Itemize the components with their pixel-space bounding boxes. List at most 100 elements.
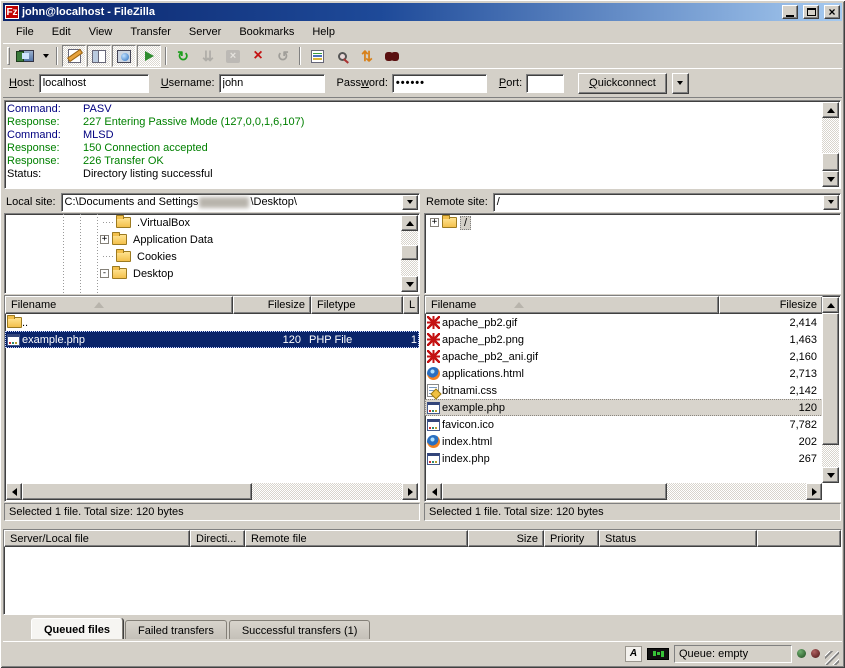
host-input[interactable] xyxy=(39,74,149,93)
title-bar[interactable]: Fz john@localhost - FileZilla × xyxy=(3,3,842,21)
scroll-track[interactable] xyxy=(252,483,402,500)
synchronized-browsing-button[interactable]: ⇅ xyxy=(355,45,379,67)
column-header-filetype[interactable]: Filetype xyxy=(311,296,403,314)
disconnect-button[interactable]: × xyxy=(246,45,270,67)
maximize-button[interactable] xyxy=(803,5,819,19)
remote-list-scrollbar[interactable] xyxy=(822,297,839,483)
scroll-left-button[interactable] xyxy=(6,483,22,500)
process-queue-button[interactable]: ⇊ xyxy=(196,45,220,67)
menu-file[interactable]: File xyxy=(7,23,43,41)
scroll-thumb[interactable] xyxy=(442,483,667,500)
filter-button[interactable] xyxy=(305,45,329,67)
column-header-modified[interactable]: L xyxy=(403,296,419,314)
ascii-data-type-icon[interactable]: A xyxy=(625,646,642,662)
scroll-thumb[interactable] xyxy=(822,153,839,171)
local-file-row-up[interactable]: .. xyxy=(5,314,419,331)
username-input[interactable] xyxy=(219,74,325,93)
scroll-thumb[interactable] xyxy=(822,313,839,445)
scroll-track[interactable] xyxy=(401,260,418,276)
remote-file-row[interactable]: apache_pb2.gif2,414 xyxy=(425,314,823,331)
scroll-up-button[interactable] xyxy=(822,297,839,313)
toggle-local-tree-button[interactable] xyxy=(87,45,111,67)
speed-limit-icon[interactable] xyxy=(647,648,669,660)
column-header-remote-file[interactable]: Remote file xyxy=(245,530,468,547)
remote-file-row-selected[interactable]: example.php120 xyxy=(425,399,823,416)
port-input[interactable] xyxy=(526,74,564,93)
remote-file-row[interactable]: apache_pb2.png1,463 xyxy=(425,331,823,348)
scroll-track[interactable] xyxy=(822,445,839,467)
column-header-filesize[interactable]: Filesize xyxy=(233,296,311,314)
scroll-up-button[interactable] xyxy=(401,215,418,231)
tree-item-desktop[interactable]: - Desktop xyxy=(5,265,419,282)
remote-file-row[interactable]: index.php267 xyxy=(425,450,823,467)
column-header-filename[interactable]: Filename xyxy=(5,296,233,314)
remote-file-row[interactable]: applications.html2,713 xyxy=(425,365,823,382)
collapse-minus-icon[interactable]: - xyxy=(100,269,109,278)
tab-queued-files[interactable]: Queued files xyxy=(31,618,123,639)
local-site-combo[interactable]: C:\Documents and Settings\Desktop\ xyxy=(61,193,420,212)
column-header-filesize[interactable]: Filesize xyxy=(719,296,823,314)
menu-transfer[interactable]: Transfer xyxy=(121,23,180,41)
scroll-left-button[interactable] xyxy=(426,483,442,500)
remote-list-hscrollbar[interactable] xyxy=(426,483,822,500)
scroll-up-button[interactable] xyxy=(822,102,839,118)
expand-plus-icon[interactable]: + xyxy=(100,235,109,244)
password-input[interactable] xyxy=(392,74,487,93)
remote-file-row[interactable]: bitnami.css2,142 xyxy=(425,382,823,399)
cancel-operation-button[interactable]: × xyxy=(221,45,245,67)
tree-item-root[interactable]: + / xyxy=(425,214,840,231)
close-button[interactable]: × xyxy=(824,5,840,19)
tree-item-application-data[interactable]: + Application Data xyxy=(5,231,419,248)
scroll-right-button[interactable] xyxy=(806,483,822,500)
tree-item-virtualbox[interactable]: .VirtualBox xyxy=(5,214,419,231)
remote-file-row[interactable]: favicon.ico7,782 xyxy=(425,416,823,433)
expand-plus-icon[interactable]: + xyxy=(430,218,439,227)
menu-help[interactable]: Help xyxy=(303,23,344,41)
minimize-button[interactable] xyxy=(782,5,798,19)
toggle-transfer-queue-button[interactable] xyxy=(137,45,161,67)
column-header-filename[interactable]: Filename xyxy=(425,296,719,314)
column-header-server-local-file[interactable]: Server/Local file xyxy=(4,530,190,547)
scroll-down-button[interactable] xyxy=(822,171,839,187)
local-file-row-selected[interactable]: example.php 120 PHP File 1 xyxy=(5,331,419,348)
scroll-thumb[interactable] xyxy=(22,483,252,500)
quickconnect-button[interactable]: Quickconnect xyxy=(578,73,667,94)
toggle-message-log-button[interactable] xyxy=(62,45,86,67)
directory-comparison-button[interactable] xyxy=(330,45,354,67)
site-manager-button[interactable] xyxy=(14,45,38,67)
remote-site-combo[interactable]: / xyxy=(493,193,841,212)
menu-server[interactable]: Server xyxy=(180,23,230,41)
scroll-track[interactable] xyxy=(401,231,418,245)
menu-view[interactable]: View xyxy=(80,23,122,41)
scroll-track[interactable] xyxy=(822,118,839,153)
local-site-dropdown-button[interactable] xyxy=(402,195,418,210)
scroll-down-button[interactable] xyxy=(822,467,839,483)
queue-body[interactable] xyxy=(5,548,840,613)
remote-site-dropdown-button[interactable] xyxy=(823,195,839,210)
toggle-remote-tree-button[interactable] xyxy=(112,45,136,67)
column-header-priority[interactable]: Priority xyxy=(544,530,599,547)
column-header-status[interactable]: Status xyxy=(599,530,757,547)
menu-edit[interactable]: Edit xyxy=(43,23,80,41)
refresh-button[interactable]: ↻ xyxy=(171,45,195,67)
reconnect-button[interactable]: ↺ xyxy=(271,45,295,67)
find-files-button[interactable] xyxy=(380,45,404,67)
tab-successful-transfers[interactable]: Successful transfers (1) xyxy=(229,620,371,639)
quickconnect-dropdown-button[interactable] xyxy=(672,73,689,94)
log-scrollbar[interactable] xyxy=(822,102,839,187)
column-header-size[interactable]: Size xyxy=(468,530,544,547)
remote-file-row[interactable]: index.html202 xyxy=(425,433,823,450)
column-header-direction[interactable]: Directi... xyxy=(190,530,245,547)
local-tree-scrollbar[interactable] xyxy=(401,215,418,292)
scroll-thumb[interactable] xyxy=(401,245,418,260)
scroll-right-button[interactable] xyxy=(402,483,418,500)
tree-item-cookies[interactable]: Cookies xyxy=(5,248,419,265)
scroll-track[interactable] xyxy=(667,483,806,500)
local-list-hscrollbar[interactable] xyxy=(6,483,418,500)
menu-bookmarks[interactable]: Bookmarks xyxy=(230,23,303,41)
scroll-down-button[interactable] xyxy=(401,276,418,292)
tab-failed-transfers[interactable]: Failed transfers xyxy=(125,620,227,639)
site-manager-dropdown-button[interactable] xyxy=(39,45,52,67)
remote-file-row[interactable]: apache_pb2_ani.gif2,160 xyxy=(425,348,823,365)
toolbar-grip[interactable] xyxy=(7,47,10,65)
